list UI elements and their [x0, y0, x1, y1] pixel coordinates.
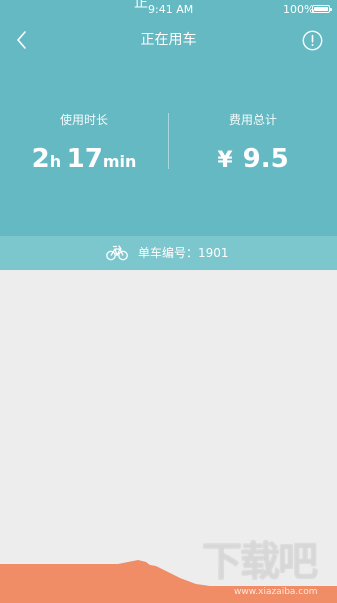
exclamation-circle-icon — [302, 30, 323, 51]
cost-stat: 费用总计 ¥9.5 — [169, 112, 337, 179]
duration-value: 2h 17min — [0, 142, 168, 179]
page-title: 正在用车 — [140, 32, 197, 48]
bicycle-icon — [106, 245, 128, 261]
cost-amount: 9.5 — [242, 144, 289, 174]
duration-minutes: 17 — [66, 144, 103, 174]
duration-stat: 使用时长 2h 17min — [0, 112, 168, 179]
bike-number-bar: 单车编号：1901 — [0, 236, 337, 270]
battery-icon — [312, 5, 332, 13]
ride-header: 正 9:41 AM 100% 正在用车 使用时长 2h 17min 费用总计 ¥… — [0, 0, 337, 236]
duration-hours-unit: h — [49, 152, 62, 171]
chevron-left-icon — [17, 31, 26, 49]
cost-value: ¥9.5 — [169, 142, 337, 179]
bottom-orange-band — [0, 560, 337, 603]
status-time: 9:41 AM — [148, 3, 194, 16]
map-area[interactable] — [0, 270, 337, 603]
duration-hours: 2 — [31, 144, 50, 174]
back-button[interactable] — [10, 28, 34, 52]
info-button[interactable] — [302, 30, 323, 51]
status-clipped-text: 正 — [134, 0, 148, 11]
battery-level: 100% — [283, 3, 315, 16]
currency-symbol: ¥ — [217, 148, 233, 173]
duration-minutes-unit: min — [102, 152, 137, 171]
bike-number-label: 单车编号：1901 — [138, 246, 229, 260]
duration-label: 使用时长 — [59, 113, 108, 127]
status-bar: 正 9:41 AM 100% — [0, 0, 337, 20]
cost-label: 费用总计 — [228, 113, 277, 127]
